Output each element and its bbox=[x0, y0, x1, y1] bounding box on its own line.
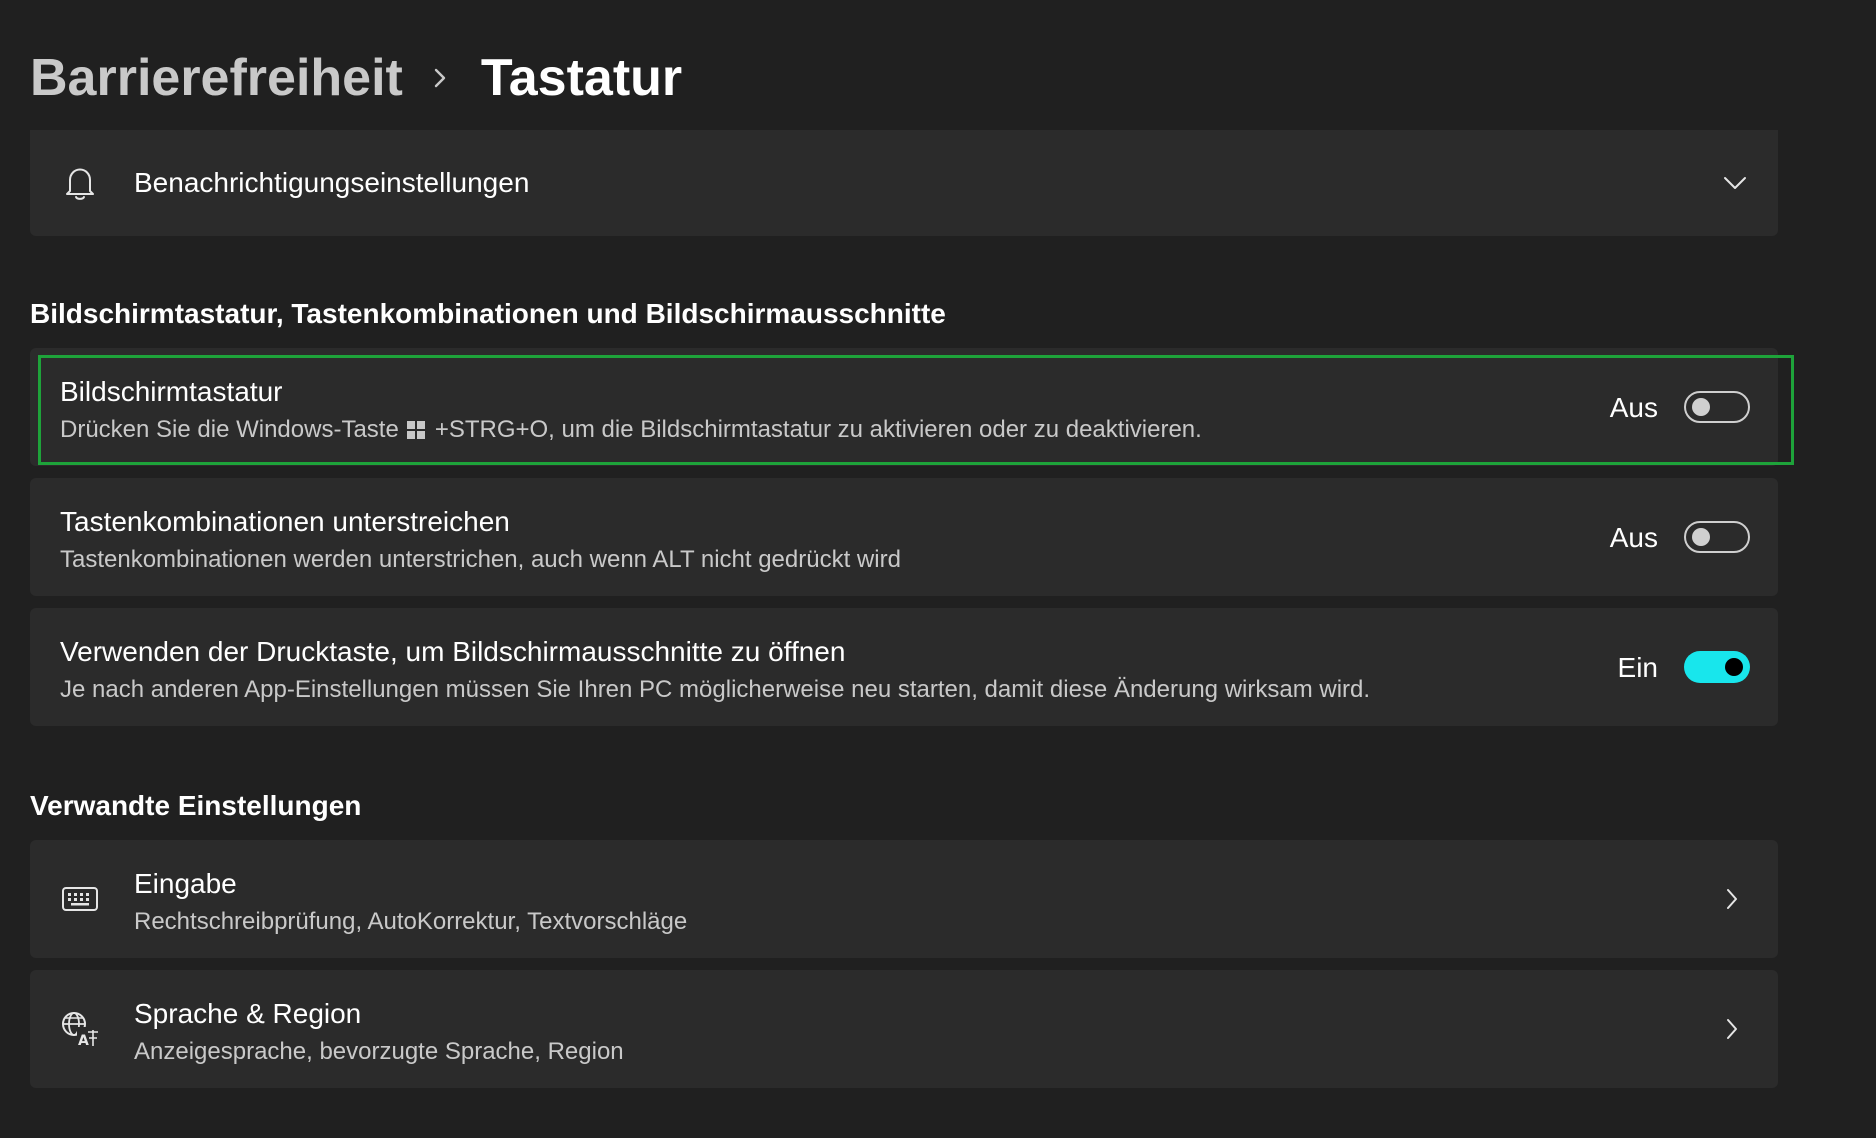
chevron-right-icon bbox=[1720, 884, 1744, 914]
related-title: Eingabe bbox=[134, 868, 237, 899]
notification-settings-expander[interactable]: Benachrichtigungseinstellungen bbox=[30, 130, 1778, 236]
setting-description: Tastenkombinationen werden unterstrichen… bbox=[60, 546, 901, 573]
toggle-knob bbox=[1692, 528, 1710, 546]
setting-description: Je nach anderen App-Einstellungen müssen… bbox=[60, 676, 1371, 703]
toggle-state-label: Aus bbox=[1609, 522, 1658, 553]
setting-underline-access-keys: Tastenkombinationen unterstreichen Taste… bbox=[30, 478, 1778, 596]
windows-logo-icon bbox=[406, 421, 425, 439]
breadcrumb-parent[interactable]: Barrierefreiheit bbox=[30, 48, 403, 108]
section-title-keyboard: Bildschirmtastatur, Tastenkombinationen … bbox=[30, 298, 946, 329]
notification-settings-label: Benachrichtigungseinstellungen bbox=[134, 167, 530, 198]
section-title-related: Verwandte Einstellungen bbox=[30, 790, 362, 821]
related-description: Anzeigesprache, bevorzugte Sprache, Regi… bbox=[134, 1038, 624, 1065]
chevron-right-icon bbox=[1720, 1014, 1744, 1044]
toggle-state-label: Aus bbox=[1609, 392, 1658, 423]
svg-text:A: A bbox=[78, 1033, 89, 1048]
related-title: Sprache & Region bbox=[134, 998, 362, 1029]
related-typing-link[interactable]: Eingabe Rechtschreibprüfung, AutoKorrekt… bbox=[30, 840, 1778, 958]
related-language-region-link[interactable]: A Sprache & Region Anzeigesprache, bevor… bbox=[30, 970, 1778, 1088]
related-description: Rechtschreibprüfung, AutoKorrektur, Text… bbox=[134, 908, 688, 935]
setting-on-screen-keyboard: Bildschirmtastatur Drücken Sie die Windo… bbox=[30, 348, 1778, 466]
underline-access-keys-toggle[interactable] bbox=[1684, 521, 1750, 553]
setting-description-part2: +STRG+O, um die Bildschirmtastatur zu ak… bbox=[434, 416, 1202, 443]
print-screen-toggle[interactable] bbox=[1684, 651, 1750, 683]
setting-description: Drücken Sie die Windows-Taste +STRG+O, u… bbox=[60, 416, 1202, 444]
setting-title: Verwenden der Drucktaste, um Bildschirma… bbox=[60, 636, 846, 667]
on-screen-keyboard-toggle[interactable] bbox=[1684, 391, 1750, 423]
toggle-state-label: Ein bbox=[1617, 652, 1658, 683]
breadcrumb-chevron-icon bbox=[433, 67, 447, 89]
chevron-down-icon[interactable] bbox=[1720, 168, 1750, 198]
toggle-knob bbox=[1725, 658, 1743, 676]
setting-description-part1: Drücken Sie die Windows-Taste bbox=[60, 416, 399, 443]
setting-print-screen-snipping: Verwenden der Drucktaste, um Bildschirma… bbox=[30, 608, 1778, 726]
keyboard-icon bbox=[60, 879, 100, 919]
toggle-knob bbox=[1692, 398, 1710, 416]
bell-icon bbox=[60, 163, 100, 203]
setting-title: Tastenkombinationen unterstreichen bbox=[60, 506, 510, 537]
setting-title: Bildschirmtastatur bbox=[60, 376, 283, 407]
page-title: Tastatur bbox=[480, 49, 683, 107]
language-icon: A bbox=[60, 1009, 100, 1049]
breadcrumb: Barrierefreiheit Tastatur bbox=[30, 38, 682, 118]
